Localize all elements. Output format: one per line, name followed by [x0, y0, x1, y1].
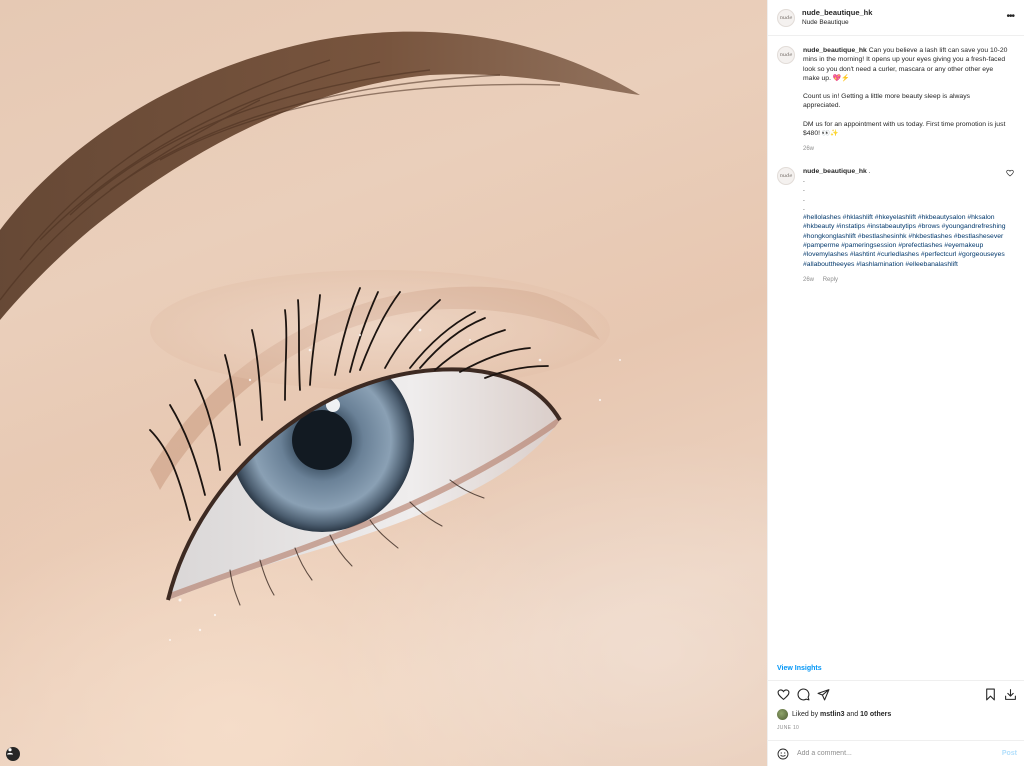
emoji-icon[interactable]: [777, 748, 789, 760]
more-icon[interactable]: •••: [1006, 12, 1014, 22]
comments-list: nude nude_beautique_hk Can you believe a…: [768, 36, 1024, 285]
bookmark-icon[interactable]: [984, 688, 997, 701]
post-header: nude nude_beautique_hk Nude Beautique ••…: [768, 0, 1024, 36]
dot-line: .: [803, 186, 805, 194]
comment-timestamp[interactable]: 26w: [803, 277, 814, 283]
avatar-logo-text: nude: [779, 172, 793, 179]
post-actions-bar: [768, 680, 1024, 706]
hashtag-comment: nude nude_beautique_hk . . . . . #hellol…: [777, 166, 1015, 286]
download-icon[interactable]: [1004, 688, 1017, 701]
avatar[interactable]: nude: [777, 46, 795, 64]
avatar[interactable]: nude: [777, 8, 795, 27]
share-icon[interactable]: [817, 688, 830, 701]
post-location[interactable]: Nude Beautique: [802, 18, 872, 28]
post-username[interactable]: nude_beautique_hk: [802, 8, 872, 18]
like-comment-heart-icon[interactable]: [1006, 169, 1014, 177]
dot-line: .: [803, 195, 805, 203]
reply-button[interactable]: Reply: [823, 277, 838, 283]
avatar-logo-text: nude: [779, 14, 793, 21]
post-photo[interactable]: [0, 0, 767, 766]
dot-line: .: [803, 176, 805, 184]
likes-summary: Liked by mstlin3 and 10 others: [777, 709, 891, 720]
liker-avatar[interactable]: [777, 709, 788, 720]
dot-line: .: [803, 204, 805, 212]
likes-prefix: Liked by: [792, 711, 819, 718]
eye-closeup-image: [0, 31, 640, 641]
caption-paragraph-2: Count us in! Getting a little more beaut…: [803, 93, 970, 110]
comment-username[interactable]: nude_beautique_hk: [803, 168, 867, 175]
view-insights-link[interactable]: View Insights: [777, 665, 822, 672]
caption-username[interactable]: nude_beautique_hk: [803, 47, 867, 54]
hashtag-list[interactable]: #hellolashes #hklashlift #hkeyelashlift …: [803, 214, 1006, 267]
post-comment-button[interactable]: Post: [1002, 750, 1017, 757]
liker-username[interactable]: mstlin3: [820, 711, 845, 718]
avatar[interactable]: nude: [777, 166, 795, 185]
caption-paragraph-3: DM us for an appointment with us today. …: [803, 120, 1006, 138]
comment-input[interactable]: [797, 750, 987, 757]
caption-timestamp[interactable]: 26w: [803, 146, 814, 152]
likes-others-link[interactable]: 10 others: [860, 711, 891, 718]
post-date[interactable]: JUNE 10: [777, 725, 799, 731]
caption-comment: nude nude_beautique_hk Can you believe a…: [777, 46, 1015, 155]
likes-and: and: [846, 711, 859, 718]
comment-icon[interactable]: [797, 688, 810, 701]
avatar-logo-text: nude: [779, 52, 793, 58]
comment-dot-lines: . . . .: [803, 176, 1008, 213]
profile-icon[interactable]: [6, 747, 20, 761]
add-comment-bar: Post: [768, 740, 1024, 766]
post-side-panel: nude nude_beautique_hk Nude Beautique ••…: [767, 0, 1024, 766]
comment-tail: .: [868, 167, 871, 175]
heart-icon[interactable]: [777, 688, 790, 701]
